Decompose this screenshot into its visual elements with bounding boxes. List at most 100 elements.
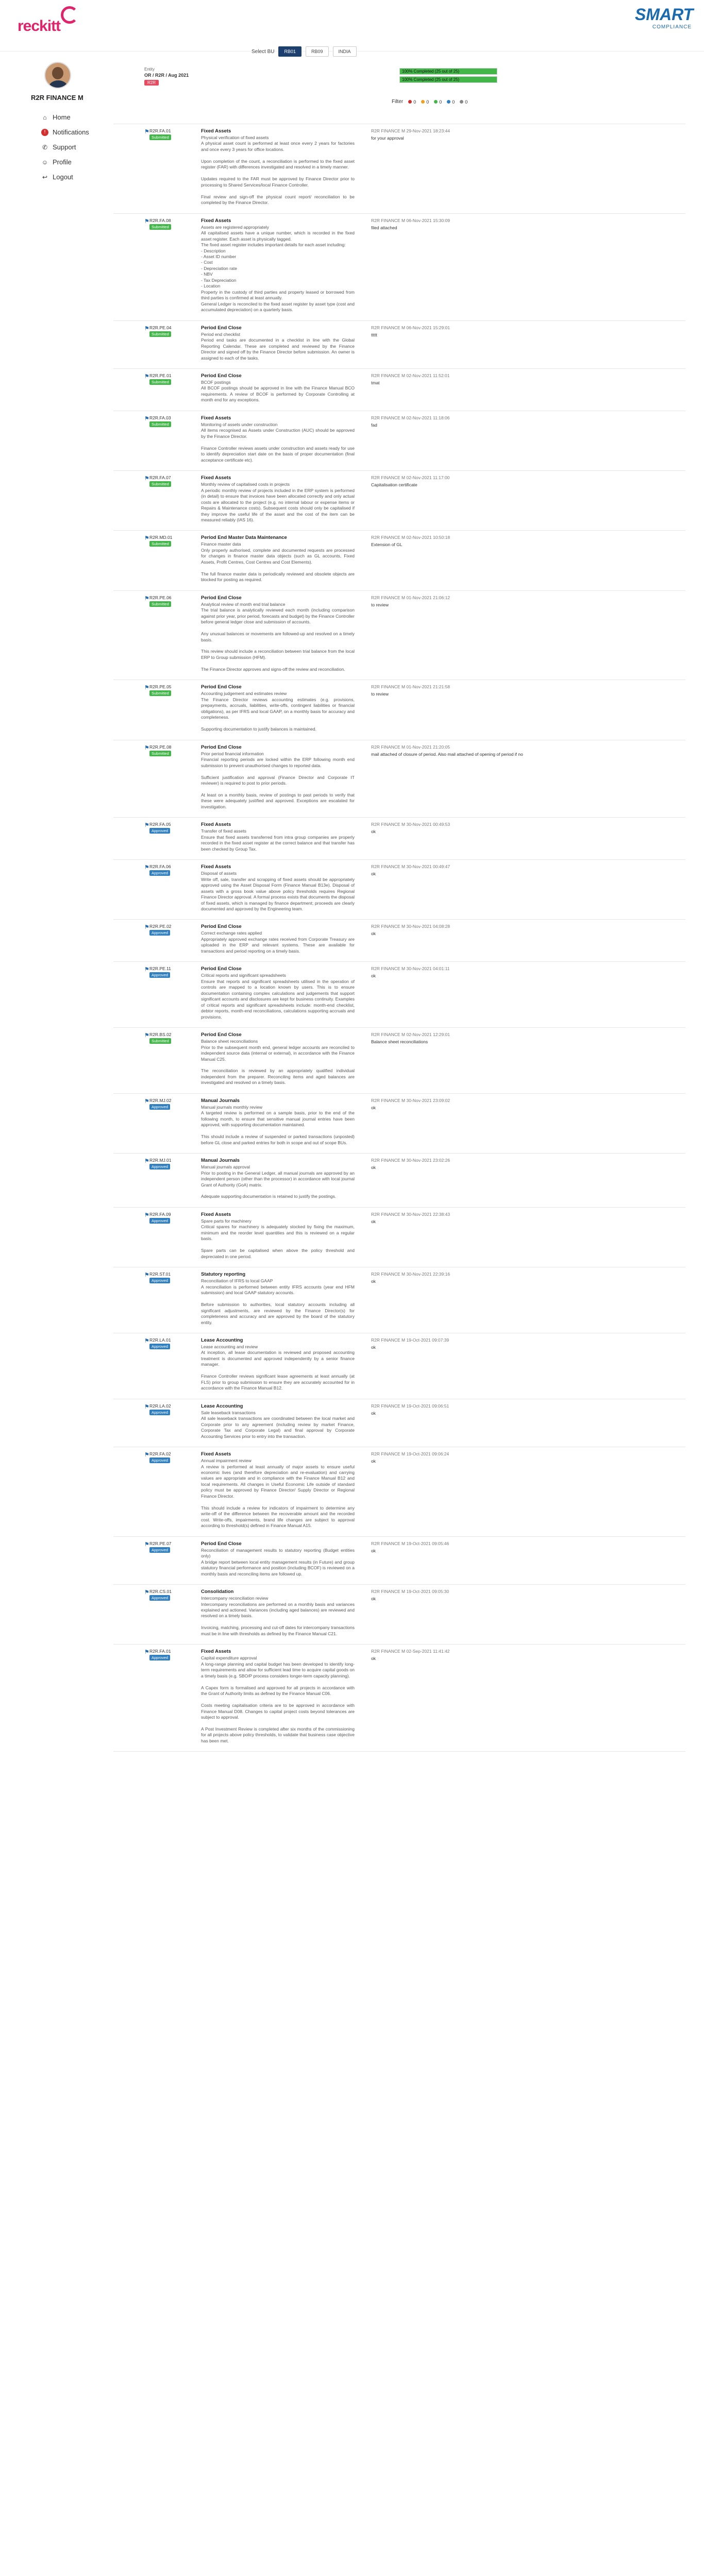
control-title: Manual journals monthly review [201, 1104, 263, 1110]
control-id[interactable]: R2R.FA.02 [149, 1451, 201, 1456]
control-id[interactable]: R2R.PE.02 [149, 924, 201, 929]
list-item[interactable]: ⚑ R2R.FA.09 Approved Fixed Assets Spare … [113, 1208, 685, 1268]
list-item[interactable]: ⚑ R2R.MJ.01 Approved Manual Journals Man… [113, 1154, 685, 1208]
flag-icon[interactable]: ⚑ [144, 967, 149, 973]
flag-icon[interactable]: ⚑ [144, 1098, 149, 1105]
control-id[interactable]: R2R.MJ.02 [149, 1098, 201, 1103]
row-flag-cell: ⚑ [113, 475, 149, 523]
flag-icon[interactable]: ⚑ [144, 865, 149, 871]
flag-icon[interactable]: ⚑ [144, 1338, 149, 1344]
flag-icon[interactable]: ⚑ [144, 1541, 149, 1548]
control-id[interactable]: R2R.PE.11 [149, 966, 201, 971]
list-item[interactable]: ⚑ R2R.PE.07 Approved Period End Close Re… [113, 1537, 685, 1585]
list-item[interactable]: ⚑ R2R.MJ.02 Approved Manual Journals Man… [113, 1094, 685, 1154]
list-item[interactable]: ⚑ R2R.FA.02 Approved Fixed Assets Annual… [113, 1447, 685, 1537]
filter-status-item[interactable]: 0 [447, 99, 455, 105]
list-item[interactable]: ⚑ R2R.FA.07 Submitted Fixed Assets Month… [113, 471, 685, 531]
list-item[interactable]: ⚑ R2R.PE.01 Submitted Period End Close B… [113, 369, 685, 411]
row-meta-cell: R2R FINANCE M 30-Nov-2021 23:02:26 ok [366, 1158, 531, 1200]
flag-icon[interactable]: ⚑ [144, 326, 149, 332]
flag-icon[interactable]: ⚑ [144, 1649, 149, 1655]
flag-icon[interactable]: ⚑ [144, 822, 149, 828]
list-item[interactable]: ⚑ R2R.PE.05 Submitted Period End Close A… [113, 680, 685, 740]
control-id[interactable]: R2R.PE.05 [149, 684, 201, 689]
flag-icon[interactable]: ⚑ [144, 1032, 149, 1039]
list-item[interactable]: ⚑ R2R.ST.01 Approved Statutory reporting… [113, 1267, 685, 1333]
list-item[interactable]: ⚑ R2R.PE.06 Submitted Period End Close A… [113, 591, 685, 681]
sidebar-item-profile[interactable]: ☺ Profile [31, 155, 103, 170]
flag-icon[interactable]: ⚑ [144, 476, 149, 482]
flag-icon[interactable]: ⚑ [144, 1272, 149, 1278]
list-item[interactable]: ⚑ R2R.FA.06 Approved Fixed Assets Dispos… [113, 860, 685, 920]
list-item[interactable]: ⚑ R2R.MD.01 Submitted Period End Master … [113, 531, 685, 591]
list-item[interactable]: ⚑ R2R.FA.05 Approved Fixed Assets Transf… [113, 818, 685, 860]
flag-icon[interactable]: ⚑ [144, 1452, 149, 1458]
status-badge: Submitted [149, 750, 171, 756]
control-id[interactable]: R2R.FA.07 [149, 475, 201, 480]
bu-button-rb09[interactable]: RB09 [305, 46, 329, 57]
flag-icon[interactable]: ⚑ [144, 685, 149, 691]
control-id[interactable]: R2R.FA.05 [149, 822, 201, 827]
flag-icon[interactable]: ⚑ [144, 745, 149, 751]
flag-icon[interactable]: ⚑ [144, 374, 149, 380]
control-id[interactable]: R2R.FA.03 [149, 415, 201, 420]
control-id[interactable]: R2R.FA.01 [149, 1649, 201, 1654]
control-id[interactable]: R2R.FA.01 [149, 128, 201, 133]
control-id[interactable]: R2R.LA.02 [149, 1403, 201, 1409]
control-id[interactable]: R2R.PE.01 [149, 373, 201, 378]
submission-note: ok [371, 931, 376, 937]
filter-status-item[interactable]: 0 [434, 99, 442, 105]
sidebar-item-home[interactable]: ⌂ Home [31, 110, 103, 125]
control-id[interactable]: R2R.MD.01 [149, 535, 201, 540]
list-item[interactable]: ⚑ R2R.BS.02 Submitted Period End Close B… [113, 1028, 685, 1094]
list-item[interactable]: ⚑ R2R.LA.02 Approved Lease Accounting Sa… [113, 1399, 685, 1448]
list-item[interactable]: ⚑ R2R.PE.04 Submitted Period End Close P… [113, 321, 685, 369]
sidebar-item-logout[interactable]: ↩ Logout [31, 170, 103, 184]
row-meta-cell: R2R FINANCE M 30-Nov-2021 00:49:53 ok [366, 822, 531, 852]
filter-status-item[interactable]: 0 [408, 99, 416, 105]
flag-icon[interactable]: ⚑ [144, 1212, 149, 1218]
list-item[interactable]: ⚑ R2R.FA.03 Submitted Fixed Assets Monit… [113, 411, 685, 471]
list-item[interactable]: ⚑ R2R.PE.08 Submitted Period End Close P… [113, 740, 685, 818]
filter-status-item[interactable]: 0 [460, 99, 467, 105]
row-flag-cell: ⚑ [113, 1337, 149, 1392]
control-id[interactable]: R2R.FA.08 [149, 218, 201, 223]
control-id[interactable]: R2R.LA.01 [149, 1337, 201, 1343]
control-id[interactable]: R2R.MJ.01 [149, 1158, 201, 1163]
bu-button-rb01[interactable]: RB01 [278, 46, 301, 57]
control-id[interactable]: R2R.PE.04 [149, 325, 201, 330]
list-item[interactable]: ⚑ R2R.PE.11 Approved Period End Close Cr… [113, 962, 685, 1028]
bu-button-india[interactable]: INDIA [332, 46, 357, 57]
control-id[interactable]: R2R.FA.06 [149, 864, 201, 869]
control-id[interactable]: R2R.CS.01 [149, 1589, 201, 1594]
row-flag-cell: ⚑ [113, 1158, 149, 1200]
control-id[interactable]: R2R.PE.06 [149, 595, 201, 600]
control-id[interactable]: R2R.ST.01 [149, 1272, 201, 1277]
flag-icon[interactable]: ⚑ [144, 416, 149, 422]
list-item[interactable]: ⚑ R2R.FA.01 Approved Fixed Assets Capita… [113, 1645, 685, 1752]
control-id[interactable]: R2R.FA.09 [149, 1212, 201, 1217]
flag-icon[interactable]: ⚑ [144, 924, 149, 930]
list-item[interactable]: ⚑ R2R.CS.01 Approved Consolidation Inter… [113, 1585, 685, 1645]
list-item[interactable]: ⚑ R2R.PE.02 Approved Period End Close Co… [113, 920, 685, 962]
flag-icon[interactable]: ⚑ [144, 596, 149, 602]
control-title: Intercompany reconciliation review [201, 1596, 269, 1601]
row-meta-cell: R2R FINANCE M 02-Nov-2021 11:17:00 Capit… [366, 475, 531, 523]
flag-icon[interactable]: ⚑ [144, 535, 149, 541]
flag-icon[interactable]: ⚑ [144, 1158, 149, 1164]
flag-icon[interactable]: ⚑ [144, 1589, 149, 1596]
list-item[interactable]: ⚑ R2R.FA.08 Submitted Fixed Assets Asset… [113, 214, 685, 321]
control-id[interactable]: R2R.PE.08 [149, 744, 201, 750]
row-meta-cell: R2R FINANCE M 19-Oct-2021 09:05:46 ok [366, 1541, 531, 1577]
flag-icon[interactable]: ⚑ [144, 1404, 149, 1410]
list-item[interactable]: ⚑ R2R.LA.01 Approved Lease Accounting Le… [113, 1333, 685, 1399]
entity-value[interactable]: OR / R2R / Aug 2021 [144, 73, 189, 78]
flag-icon[interactable]: ⚑ [144, 129, 149, 135]
control-id[interactable]: R2R.PE.07 [149, 1541, 201, 1546]
sidebar-item-support[interactable]: ✆ Support [31, 140, 103, 155]
sidebar-item-notifications[interactable]: ! Notifications [31, 125, 103, 140]
control-id[interactable]: R2R.BS.02 [149, 1032, 201, 1037]
list-item[interactable]: ⚑ R2R.FA.01 Submitted Fixed Assets Physi… [113, 124, 685, 214]
filter-status-item[interactable]: 0 [421, 99, 429, 105]
flag-icon[interactable]: ⚑ [144, 218, 149, 225]
